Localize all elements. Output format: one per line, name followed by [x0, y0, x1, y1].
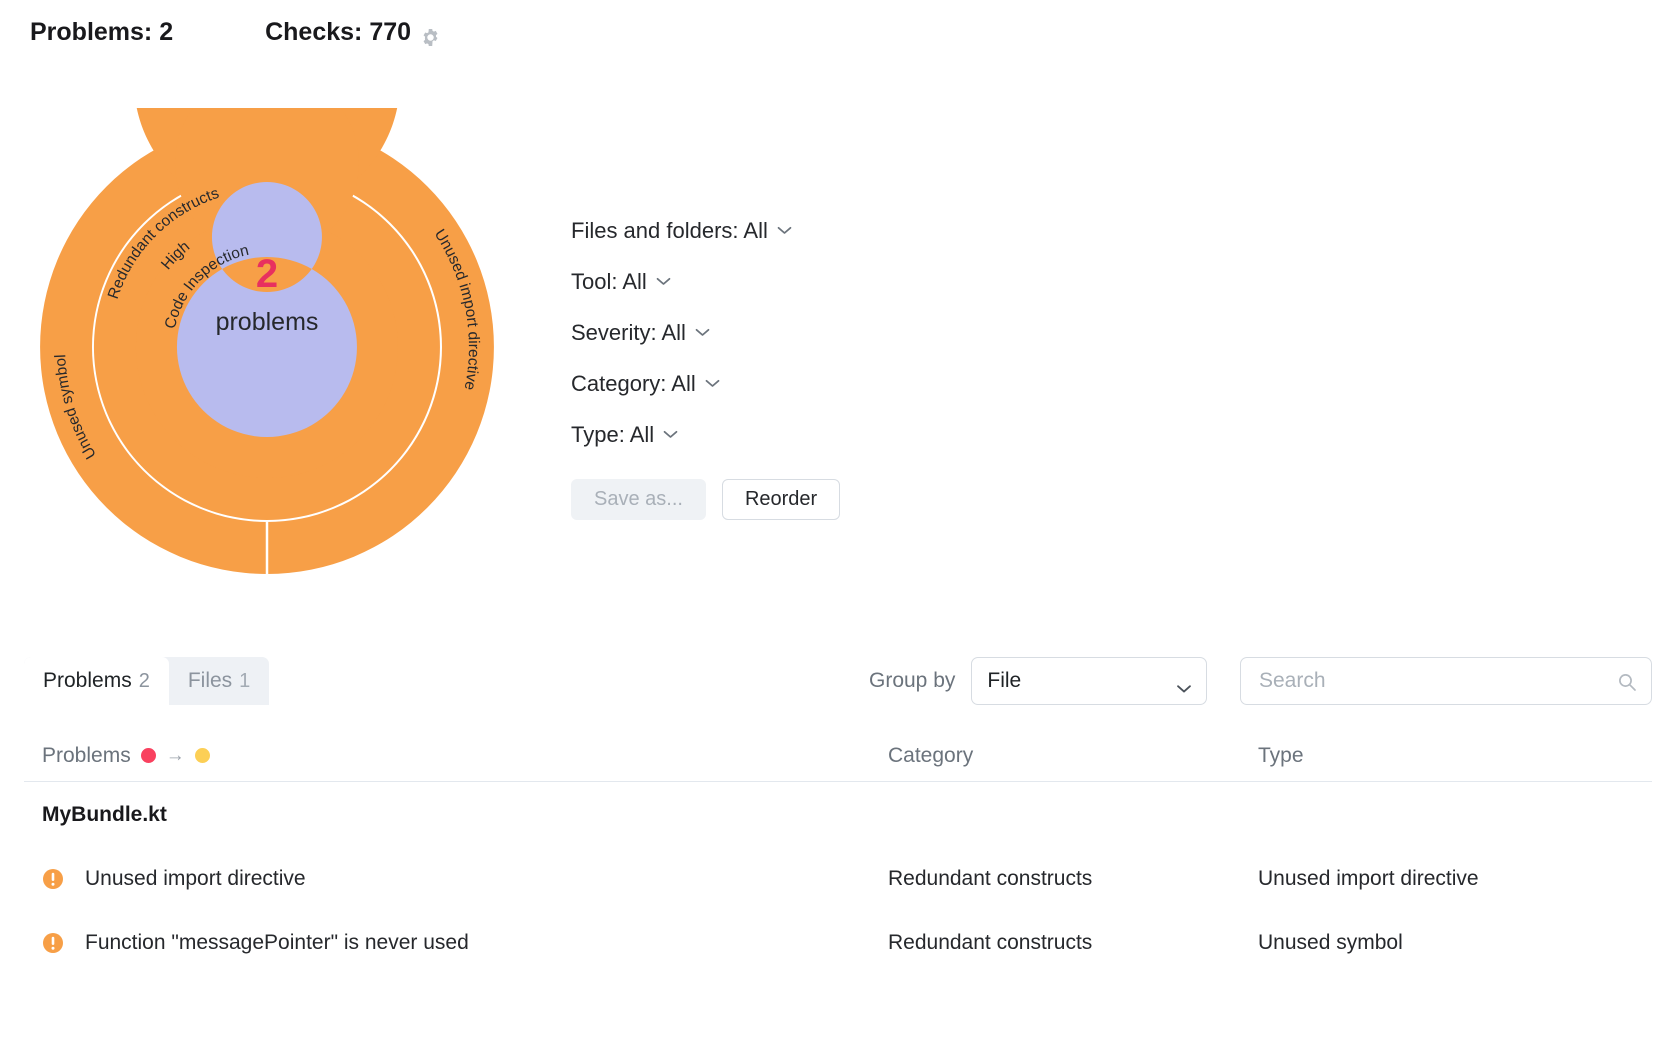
tab-problems-count: 2: [139, 670, 150, 693]
warning-icon: [42, 932, 64, 954]
chevron-down-icon: [656, 277, 671, 286]
chevron-down-icon: [777, 226, 792, 235]
table-group-header[interactable]: MyBundle.kt: [24, 782, 1652, 847]
cell-category: Redundant constructs: [888, 931, 1258, 955]
filter-tool-label: Tool: All: [571, 269, 647, 295]
column-header-problems[interactable]: Problems →: [24, 744, 888, 768]
filter-type[interactable]: Type: All: [571, 409, 991, 460]
sunburst-center-value: 2: [36, 254, 498, 294]
summary-header: Problems: 2 Checks: 770: [0, 10, 1676, 54]
cell-problem-label: Function "messagePointer" is never used: [85, 931, 469, 955]
table-row[interactable]: Unused import directive Redundant constr…: [24, 847, 1652, 911]
filter-severity[interactable]: Severity: All: [571, 307, 991, 358]
cell-problem-label: Unused import directive: [85, 867, 306, 891]
cell-problem: Unused import directive: [24, 867, 888, 891]
results-tabs: Problems 2 Files 1: [24, 657, 269, 705]
cell-type: Unused symbol: [1258, 931, 1638, 955]
tab-problems-label: Problems: [43, 669, 132, 693]
warning-icon: [42, 868, 64, 890]
filter-tool[interactable]: Tool: All: [571, 256, 991, 307]
column-header-category[interactable]: Category: [888, 744, 1258, 768]
problems-table: Problems → Category Type MyBundle.kt Unu…: [24, 730, 1652, 975]
sunburst-center-label: problems: [36, 310, 498, 335]
filter-type-label: Type: All: [571, 422, 654, 448]
filter-files-and-folders-label: Files and folders: All: [571, 218, 768, 244]
chevron-down-icon: [663, 430, 678, 439]
group-by-control: Group by File: [869, 657, 1207, 705]
tab-problems[interactable]: Problems 2: [24, 657, 169, 705]
table-row[interactable]: Function "messagePointer" is never used …: [24, 911, 1652, 975]
search-input[interactable]: [1257, 668, 1635, 694]
reorder-button[interactable]: Reorder: [722, 479, 840, 520]
save-as-button[interactable]: Save as...: [571, 479, 706, 520]
group-by-select[interactable]: File: [971, 657, 1207, 705]
sunburst-svg: Unused import directive Unused symbol Re…: [36, 108, 498, 586]
filter-files-and-folders[interactable]: Files and folders: All: [571, 205, 991, 256]
chevron-down-icon: [695, 328, 710, 337]
problems-sunburst-chart[interactable]: Unused import directive Unused symbol Re…: [36, 108, 498, 586]
column-header-problems-label: Problems: [42, 744, 131, 768]
chevron-down-icon: [1176, 676, 1192, 686]
checks-count-group: Checks: 770: [265, 18, 440, 47]
tab-files-label: Files: [188, 669, 232, 693]
search-box[interactable]: [1240, 657, 1652, 705]
table-header-row: Problems → Category Type: [24, 730, 1652, 782]
filters-panel: Files and folders: All Tool: All Severit…: [571, 205, 991, 460]
severity-dot-low-icon: [195, 748, 210, 763]
search-icon[interactable]: [1617, 672, 1637, 692]
filter-category-label: Category: All: [571, 371, 696, 397]
problems-count: Problems: 2: [30, 18, 173, 47]
column-header-type[interactable]: Type: [1258, 744, 1638, 768]
filter-category[interactable]: Category: All: [571, 358, 991, 409]
sort-arrow-icon: →: [166, 746, 185, 765]
checks-count: Checks: 770: [265, 18, 411, 47]
chevron-down-icon: [705, 379, 720, 388]
tab-files[interactable]: Files 1: [169, 657, 269, 705]
severity-dot-high-icon: [141, 748, 156, 763]
filter-actions: Save as... Reorder: [571, 479, 840, 520]
cell-type: Unused import directive: [1258, 867, 1638, 891]
gear-icon[interactable]: [421, 25, 440, 44]
cell-problem: Function "messagePointer" is never used: [24, 931, 888, 955]
group-by-value: File: [987, 669, 1021, 693]
group-by-label: Group by: [869, 669, 955, 693]
filter-severity-label: Severity: All: [571, 320, 686, 346]
cell-category: Redundant constructs: [888, 867, 1258, 891]
tab-files-count: 1: [239, 670, 250, 693]
